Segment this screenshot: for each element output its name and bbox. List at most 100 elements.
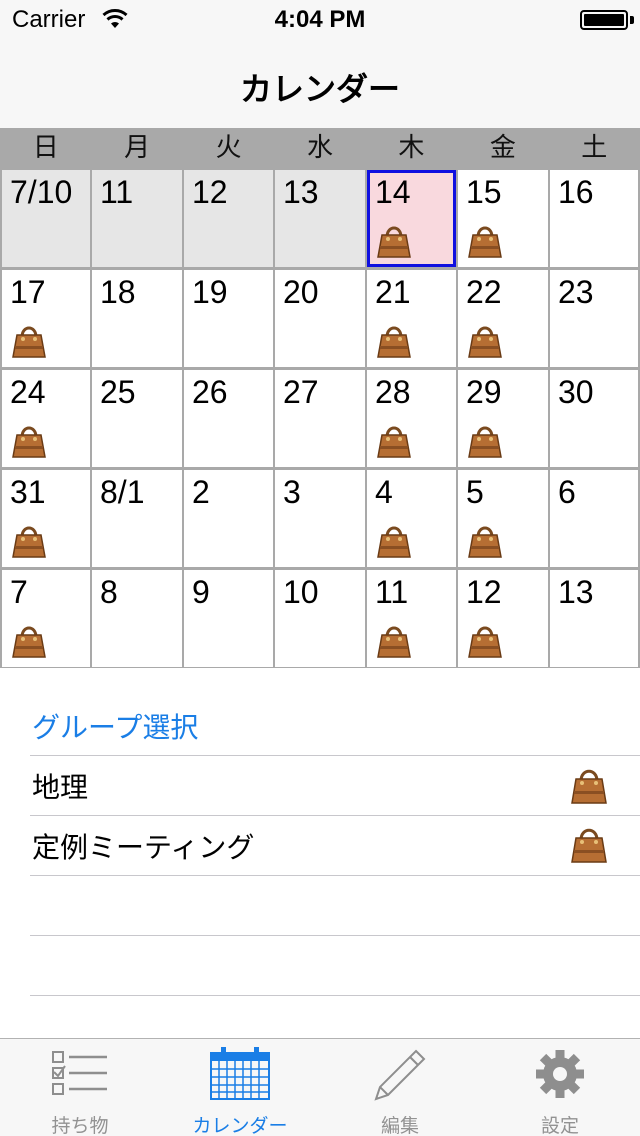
calendar-day[interactable]: 7	[2, 570, 90, 667]
calendar-day[interactable]: 4	[367, 470, 456, 567]
calendar-day[interactable]: 27	[275, 370, 365, 467]
calendar-day[interactable]: 16	[550, 170, 638, 267]
calendar-day[interactable]: 12	[458, 570, 548, 667]
day-number: 5	[466, 474, 484, 510]
calendar-day[interactable]: 22	[458, 270, 548, 367]
calendar-day[interactable]: 2	[184, 470, 273, 567]
calendar-day[interactable]: 7/10	[2, 170, 90, 267]
calendar-day[interactable]: 20	[275, 270, 365, 367]
tab-bar: 持ち物 カレンダー 編集 設定	[0, 1038, 640, 1136]
day-number: 13	[558, 574, 594, 610]
weekday-tue: 火	[215, 133, 242, 163]
handbag-icon	[377, 526, 411, 558]
day-number: 7	[10, 574, 28, 610]
tab-label: 持ち物	[51, 1115, 109, 1136]
calendar-day[interactable]: 11	[367, 570, 456, 667]
calendar-day[interactable]: 19	[184, 270, 273, 367]
day-number: 14	[375, 174, 411, 210]
tab-settings[interactable]: 設定	[480, 1039, 640, 1136]
day-number: 22	[466, 274, 502, 310]
calendar-day[interactable]: 18	[92, 270, 182, 367]
weekday-fri: 金	[489, 133, 516, 163]
handbag-icon	[468, 426, 502, 458]
calendar-day[interactable]: 3	[275, 470, 365, 567]
day-number: 19	[192, 274, 228, 310]
tab-edit[interactable]: 編集	[320, 1039, 480, 1136]
gear-icon	[536, 1050, 584, 1098]
calendar-day[interactable]: 15	[458, 170, 548, 267]
tab-label: 設定	[540, 1115, 579, 1136]
divider	[30, 755, 640, 756]
divider	[30, 815, 640, 816]
calendar-day[interactable]: 8	[92, 570, 182, 667]
handbag-icon	[377, 226, 411, 258]
handbag-icon	[12, 626, 46, 658]
handbag-icon	[12, 426, 46, 458]
day-number: 13	[283, 174, 319, 210]
calendar-day[interactable]: 30	[550, 370, 638, 467]
day-number: 21	[375, 274, 411, 310]
group-item-label[interactable]: 定例ミーティング	[32, 826, 254, 866]
handbag-icon	[468, 226, 502, 258]
calendar-day[interactable]: 28	[367, 370, 456, 467]
calendar-day[interactable]: 26	[184, 370, 273, 467]
calendar-day[interactable]: 9	[184, 570, 273, 667]
calendar-day[interactable]: 21	[367, 270, 456, 367]
weekday-header: 日 月 火 水 木 金 土	[0, 128, 640, 168]
handbag-icon	[571, 769, 607, 804]
tab-label: カレンダー	[192, 1115, 288, 1136]
calendar-day[interactable]: 12	[184, 170, 273, 267]
status-bar: Carrier 4:04 PM	[0, 0, 640, 40]
calendar-day[interactable]: 10	[275, 570, 365, 667]
group-select-title: グループ選択	[32, 711, 199, 744]
day-number: 15	[466, 174, 502, 210]
tab-label: 編集	[380, 1115, 419, 1136]
calendar-day[interactable]: 23	[550, 270, 638, 367]
calendar-day[interactable]: 31	[2, 470, 90, 567]
divider	[30, 935, 640, 936]
day-number: 9	[192, 574, 210, 610]
day-number: 31	[10, 474, 46, 510]
day-number: 18	[100, 274, 136, 310]
day-number: 29	[466, 374, 502, 410]
calendar-day[interactable]: 25	[92, 370, 182, 467]
calendar-icon	[210, 1047, 270, 1100]
handbag-icon	[571, 828, 607, 863]
pencil-icon	[374, 1049, 426, 1101]
day-number: 16	[558, 174, 594, 210]
status-time: 4:04 PM	[274, 6, 366, 33]
day-number: 12	[192, 174, 228, 210]
day-number: 26	[192, 374, 228, 410]
calendar-day-today[interactable]: 14	[367, 170, 456, 267]
day-number: 23	[558, 274, 594, 310]
weekday-sat: 土	[581, 133, 608, 163]
battery-icon	[580, 10, 628, 30]
day-number: 6	[558, 474, 576, 510]
calendar-day[interactable]: 13	[550, 570, 638, 667]
divider	[30, 995, 640, 996]
tab-calendar[interactable]: カレンダー	[160, 1039, 320, 1136]
calendar-day[interactable]: 24	[2, 370, 90, 467]
day-number: 10	[283, 574, 319, 610]
calendar-day[interactable]: 11	[92, 170, 182, 267]
handbag-icon	[377, 626, 411, 658]
battery-tip	[630, 16, 634, 24]
calendar-day[interactable]: 5	[458, 470, 548, 567]
handbag-icon	[468, 326, 502, 358]
day-number: 8	[100, 574, 118, 610]
calendar-day[interactable]: 13	[275, 170, 365, 267]
day-number: 8/1	[100, 474, 145, 510]
day-number: 27	[283, 374, 319, 410]
day-number: 7/10	[10, 174, 73, 210]
day-number: 11	[375, 574, 409, 610]
day-number: 28	[375, 374, 411, 410]
handbag-icon	[12, 326, 46, 358]
divider	[30, 875, 640, 876]
calendar-day[interactable]: 8/1	[92, 470, 182, 567]
calendar-day[interactable]: 6	[550, 470, 638, 567]
group-item-label[interactable]: 地理	[32, 766, 88, 806]
day-number: 2	[192, 474, 210, 510]
calendar-day[interactable]: 17	[2, 270, 90, 367]
calendar-day[interactable]: 29	[458, 370, 548, 467]
tab-items[interactable]: 持ち物	[0, 1039, 160, 1136]
